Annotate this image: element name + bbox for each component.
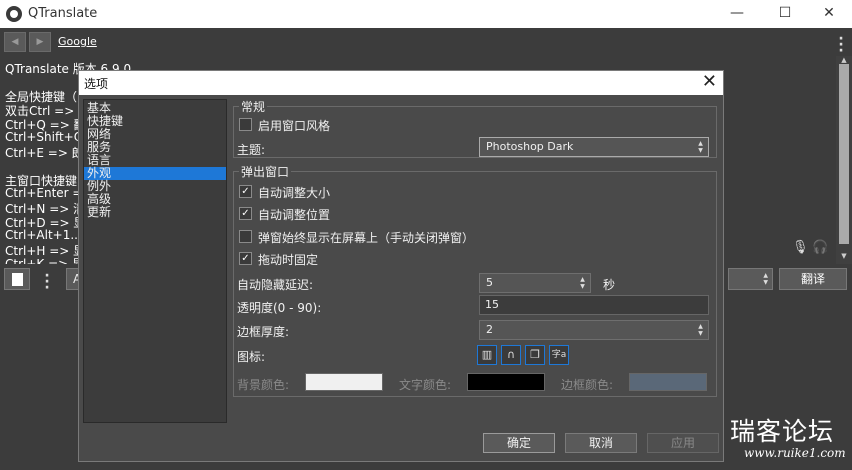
nav-item-update[interactable]: 更新: [84, 206, 226, 219]
opacity-label: 透明度(0 - 90):: [237, 301, 322, 315]
window-style-label: 启用窗口风格: [258, 119, 331, 133]
document-icon: [12, 273, 23, 286]
window-title: QTranslate: [28, 6, 98, 21]
headphones-icon[interactable]: 🎧: [812, 240, 828, 258]
border-thickness-label: 边框厚度:: [237, 325, 290, 339]
ok-button[interactable]: 确定: [483, 433, 555, 453]
microphone-icon[interactable]: 🎙: [792, 240, 809, 258]
forward-arrow-icon: ▶: [36, 37, 44, 47]
qtranslate-logo-icon: [6, 6, 22, 22]
opacity-input[interactable]: 15: [479, 295, 709, 315]
autohide-select[interactable]: 5 ▲ ▼: [479, 273, 591, 293]
bg-color-swatch[interactable]: [305, 373, 383, 391]
back-arrow-icon: ◀: [11, 37, 19, 47]
window-style-checkbox[interactable]: [239, 118, 252, 131]
border-color-swatch[interactable]: [629, 373, 707, 391]
source-line: Ctrl+Shift+Q: [5, 130, 84, 144]
icon-label: 图标:: [237, 350, 266, 364]
theme-value: Photoshop Dark: [486, 140, 574, 153]
theme-label: 主题:: [237, 143, 266, 157]
auto-size-checkbox[interactable]: ✓: [239, 185, 252, 198]
copy-icon[interactable]: ❐: [525, 345, 545, 365]
chevron-updown-icon: ▲ ▼: [763, 272, 768, 286]
toolbar-menu-icon[interactable]: · · ·: [836, 32, 846, 58]
bottom-menu-icon[interactable]: · · ·: [42, 269, 52, 295]
text-color-label: 文字颜色:: [399, 378, 452, 392]
watermark-url: www.ruike1.com: [744, 446, 846, 460]
pin-on-drag-checkbox[interactable]: ✓: [239, 252, 252, 265]
general-group-title: 常规: [239, 98, 268, 115]
minimize-button[interactable]: —: [714, 0, 760, 28]
chevron-updown-icon: ▲ ▼: [698, 140, 703, 154]
auto-size-label: 自动调整大小: [258, 186, 331, 200]
source-line: Ctrl+E => 朗: [5, 146, 84, 160]
window-titlebar: QTranslate — ☐ ✕: [0, 0, 852, 28]
translate-icon[interactable]: 字a: [549, 345, 569, 365]
maximize-button[interactable]: ☐: [762, 0, 808, 28]
watermark: 瑞客论坛 www.ruike1.com: [730, 417, 850, 461]
scroll-down-icon[interactable]: ▼: [838, 252, 850, 260]
auto-position-label: 自动调整位置: [258, 208, 331, 222]
autohide-value: 5: [486, 276, 493, 289]
translation-engine-link[interactable]: Google: [58, 35, 97, 48]
border-thickness-value: 2: [486, 323, 493, 336]
target-language-select[interactable]: ▲ ▼: [728, 268, 773, 290]
bg-color-label: 背景颜色:: [237, 378, 290, 392]
headphones-icon[interactable]: ∩: [501, 345, 521, 365]
watermark-title: 瑞客论坛: [730, 417, 835, 446]
options-nav-list: 基本 快捷键 网络 服务 语言 外观 例外 高级 更新: [83, 99, 227, 423]
text-color-swatch[interactable]: [467, 373, 545, 391]
auto-position-checkbox[interactable]: ✓: [239, 207, 252, 220]
new-document-button[interactable]: [4, 268, 30, 290]
source-scrollbar[interactable]: ▲ ▼: [836, 56, 852, 264]
always-on-screen-label: 弹窗始终显示在屏幕上（手动关闭弹窗）: [258, 231, 475, 245]
dialog-titlebar: 选项 ✕: [79, 71, 723, 95]
book-icon[interactable]: ▥: [477, 345, 497, 365]
translate-button[interactable]: 翻译: [779, 268, 847, 290]
source-line: Ctrl+Alt+1..9: [5, 228, 86, 242]
source-line: Ctrl+K => 显: [5, 257, 85, 264]
autohide-label: 自动隐藏延迟:: [237, 278, 314, 292]
back-button[interactable]: ◀: [4, 32, 26, 52]
pin-on-drag-label: 拖动时固定: [258, 253, 319, 267]
close-button[interactable]: ✕: [806, 0, 852, 28]
border-thickness-select[interactable]: 2 ▲ ▼: [479, 320, 709, 340]
main-toolbar: ◀ ▶ Google · · ·: [0, 28, 852, 58]
border-color-label: 边框颜色:: [561, 378, 614, 392]
cancel-button[interactable]: 取消: [565, 433, 637, 453]
options-dialog: 选项 ✕ 基本 快捷键 网络 服务 语言 外观 例外 高级 更新 常规 启用窗口…: [78, 70, 724, 462]
apply-button[interactable]: 应用: [647, 433, 719, 453]
theme-select[interactable]: Photoshop Dark ▲ ▼: [479, 137, 709, 157]
dialog-close-icon[interactable]: ✕: [702, 72, 717, 92]
scrollbar-thumb[interactable]: [839, 64, 849, 244]
autohide-unit: 秒: [603, 278, 616, 292]
popup-group-title: 弹出窗口: [239, 163, 292, 180]
dialog-title: 选项: [84, 77, 109, 91]
scroll-up-icon[interactable]: ▲: [838, 56, 850, 64]
forward-button[interactable]: ▶: [29, 32, 51, 52]
chevron-updown-icon: ▲ ▼: [580, 276, 585, 290]
always-on-screen-checkbox[interactable]: [239, 230, 252, 243]
chevron-updown-icon: ▲ ▼: [698, 323, 703, 337]
